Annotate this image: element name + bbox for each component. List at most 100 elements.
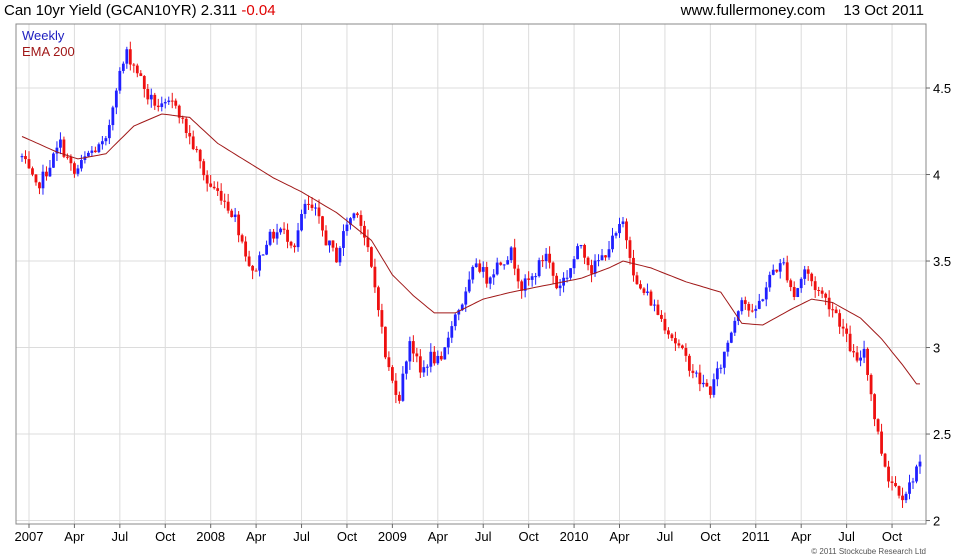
candle-body [757,300,761,309]
y-tick-label: 4.5 [933,81,951,96]
candle-body [548,253,552,263]
candle-body [373,266,377,288]
candle-body [558,285,562,289]
candle-body [691,370,695,373]
candle-body [789,280,793,288]
candle-body [618,224,621,234]
candle-body [726,342,730,352]
candle-body [240,235,244,242]
candle-body [45,171,48,177]
candle-body [719,367,723,369]
candle-body [359,215,363,226]
candle-body [915,466,918,482]
candle-body [488,277,492,284]
candle-body [876,419,880,432]
candle-body [146,88,150,100]
candle-body [820,290,824,294]
candle-body [121,63,125,71]
candle-body [845,328,849,334]
x-tick-label: Apr [64,529,85,544]
candle-body [880,431,883,454]
candle-body [317,207,321,217]
candle-body [118,70,122,91]
candle-body [174,100,178,106]
candle-body [485,267,489,284]
y-tick-label: 3.5 [933,254,951,269]
legend: Weekly EMA 200 [22,28,75,59]
candle-body [674,338,677,344]
candle-body [76,168,80,174]
candle-body [680,345,684,349]
candle-body [233,214,237,218]
candle-body [862,348,866,358]
candle-body [383,326,387,358]
candle-body [212,186,216,189]
candle-body [404,361,408,374]
candle-body [422,367,426,373]
candle-body [282,228,286,230]
candle-body [537,260,541,277]
candle-body [817,290,821,292]
candle-body [792,287,796,297]
candle-body [97,144,101,153]
candle-body [223,200,227,202]
candle-body [520,281,524,291]
candle-body [73,163,76,174]
candle-body [782,262,786,264]
candle-body [474,263,478,267]
candle-body [516,268,520,282]
candle-body [230,210,234,218]
candle-body [142,76,146,89]
candle-body [544,253,548,262]
x-axis: 2007 Apr Jul Oct 2008 Apr Jul Oct 2009 Apr Jul Oct 2… [15,524,903,544]
candle-body [890,481,894,484]
candle-body [908,482,911,494]
candle-body [628,240,632,258]
candle-body [701,382,705,385]
candle-body [729,332,733,343]
candle-body [289,241,293,246]
candle-body [191,136,195,150]
x-tick-label: Oct [155,529,176,544]
candle-body [625,221,628,241]
candle-body [202,161,206,176]
candle-body [439,355,443,360]
candle-body [911,481,915,483]
candle-body [593,260,597,274]
candle-body [160,103,164,108]
candle-body [20,156,24,158]
candle-body [467,279,471,292]
candle-body [904,493,908,501]
x-tick-label: Jul [657,529,674,544]
candle-body [565,277,569,279]
candle-body [887,466,890,482]
candle-body [775,269,779,272]
candle-body [80,160,83,169]
candle-body [754,308,758,311]
candle-body [813,281,817,291]
candle-body [632,257,635,276]
legend-ema200: EMA 200 [22,44,75,59]
candle-body [778,263,782,272]
candle-body [394,380,398,395]
candle-body [785,262,789,281]
candle-body [555,275,559,289]
candle-body [768,274,772,288]
candle-body [642,288,646,293]
candle-body [670,334,674,339]
candle-body [324,230,328,246]
y-axis: 2 2.5 3 3.5 4 4.5 [926,81,951,529]
candle-body [104,138,108,142]
candle-body [390,367,394,381]
candle-body [272,231,275,239]
candle-body [184,118,188,133]
candle-body [513,247,517,269]
candle-body [436,355,440,364]
candle-body [128,49,132,65]
candle-body [443,347,447,360]
candle-body [855,352,859,361]
candle-body [866,348,869,375]
candle-body [226,201,230,211]
candle-body [265,244,268,255]
candle-body [653,304,656,306]
